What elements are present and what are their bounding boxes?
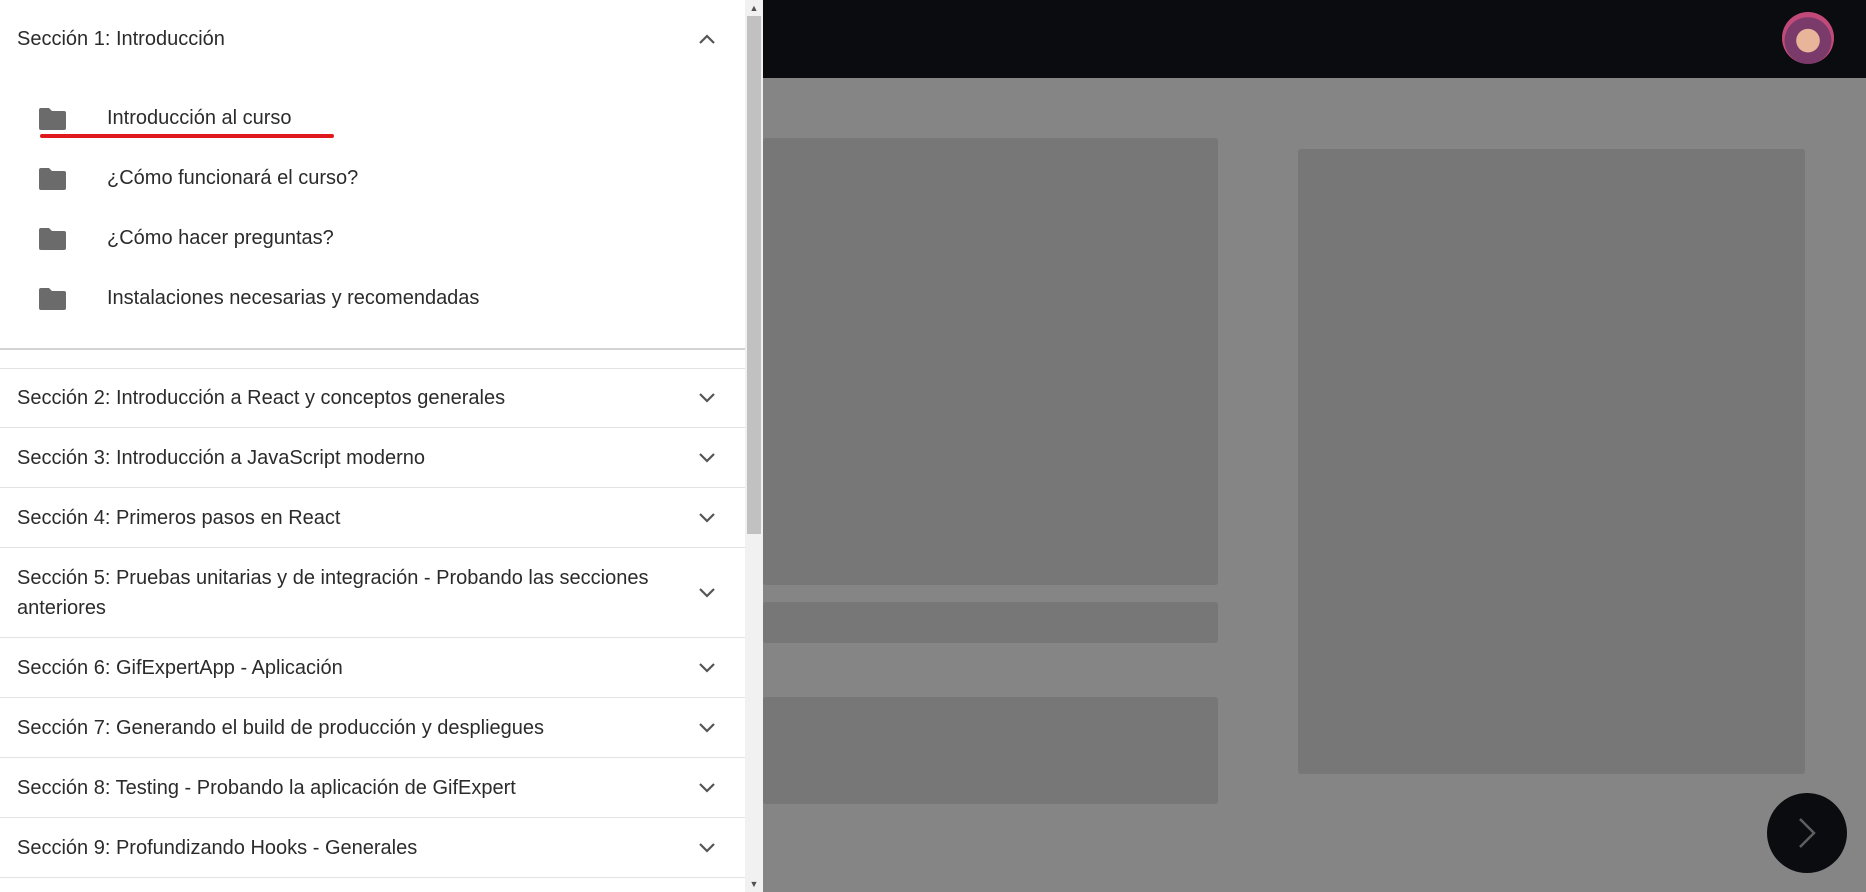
section-title: Sección 1: Introducción (17, 28, 225, 50)
section-8-header[interactable]: Sección 8: Testing - Probando la aplicac… (0, 758, 745, 818)
chevron-up-icon (693, 25, 721, 53)
scroll-thumb[interactable] (747, 16, 761, 534)
chevron-down-icon (693, 579, 721, 607)
lesson-label: Introducción al curso (107, 107, 292, 129)
scroll-down-arrow-icon[interactable]: ▼ (749, 879, 759, 889)
section-title: Sección 6: GifExpertApp - Aplicación (17, 656, 343, 679)
lesson-item[interactable]: ¿Cómo hacer preguntas? (0, 208, 745, 268)
chevron-right-icon (1799, 818, 1816, 848)
lesson-item[interactable]: ¿Cómo funcionará el curso? (0, 148, 745, 208)
description-placeholder (763, 697, 1218, 804)
section-9-header[interactable]: Sección 9: Profundizando Hooks - General… (0, 818, 745, 878)
chevron-down-icon (693, 384, 721, 412)
section-title: Sección 5: Pruebas unitarias y de integr… (17, 566, 649, 619)
section-7-header[interactable]: Sección 7: Generando el build de producc… (0, 698, 745, 758)
section-title: Sección 7: Generando el build de producc… (17, 716, 545, 739)
section-title: Sección 2: Introducción a React y concep… (17, 387, 506, 409)
lesson-item[interactable]: Instalaciones necesarias y recomendadas (0, 268, 745, 328)
chevron-down-icon (693, 654, 721, 682)
next-lesson-button[interactable] (1767, 793, 1847, 873)
lesson-label: ¿Cómo funcionará el curso? (107, 167, 359, 189)
active-lesson-underline (40, 134, 334, 138)
chevron-down-icon (693, 504, 721, 532)
section-divider (0, 348, 745, 350)
section-4-header[interactable]: Sección 4: Primeros pasos en React (0, 488, 745, 548)
side-panel-placeholder (1298, 149, 1805, 774)
section-5-header[interactable]: Sección 5: Pruebas unitarias y de integr… (0, 548, 745, 638)
section-title: Sección 9: Profundizando Hooks - General… (17, 836, 418, 859)
chevron-down-icon (693, 444, 721, 472)
lesson-label: Instalaciones necesarias y recomendadas (107, 287, 480, 309)
folder-icon (39, 168, 66, 190)
folder-icon (39, 288, 66, 310)
lesson-label: ¿Cómo hacer preguntas? (107, 227, 334, 249)
drawer-content: Sección 1: Introducción Introducción al … (0, 0, 745, 892)
section-2-header[interactable]: Sección 2: Introducción a React y concep… (0, 368, 745, 428)
section-title: Sección 4: Primeros pasos en React (17, 506, 341, 529)
section-title: Sección 8: Testing - Probando la aplicac… (17, 776, 516, 799)
title-placeholder (763, 602, 1218, 643)
course-contents-drawer: Sección 1: Introducción Introducción al … (0, 0, 763, 892)
chevron-down-icon (693, 834, 721, 862)
section-1-header[interactable]: Sección 1: Introducción (0, 0, 745, 78)
user-avatar[interactable] (1782, 12, 1834, 64)
lesson-item-active[interactable]: Introducción al curso (0, 88, 745, 148)
video-placeholder (763, 138, 1218, 585)
drawer-scrollbar[interactable]: ▲ ▼ (745, 0, 763, 892)
scroll-up-arrow-icon[interactable]: ▲ (749, 3, 759, 13)
folder-icon (39, 108, 66, 130)
section-3-header[interactable]: Sección 3: Introducción a JavaScript mod… (0, 428, 745, 488)
chevron-down-icon (693, 774, 721, 802)
chevron-down-icon (693, 714, 721, 742)
section-6-header[interactable]: Sección 6: GifExpertApp - Aplicación (0, 638, 745, 698)
section-title: Sección 3: Introducción a JavaScript mod… (17, 446, 425, 469)
folder-icon (39, 228, 66, 250)
